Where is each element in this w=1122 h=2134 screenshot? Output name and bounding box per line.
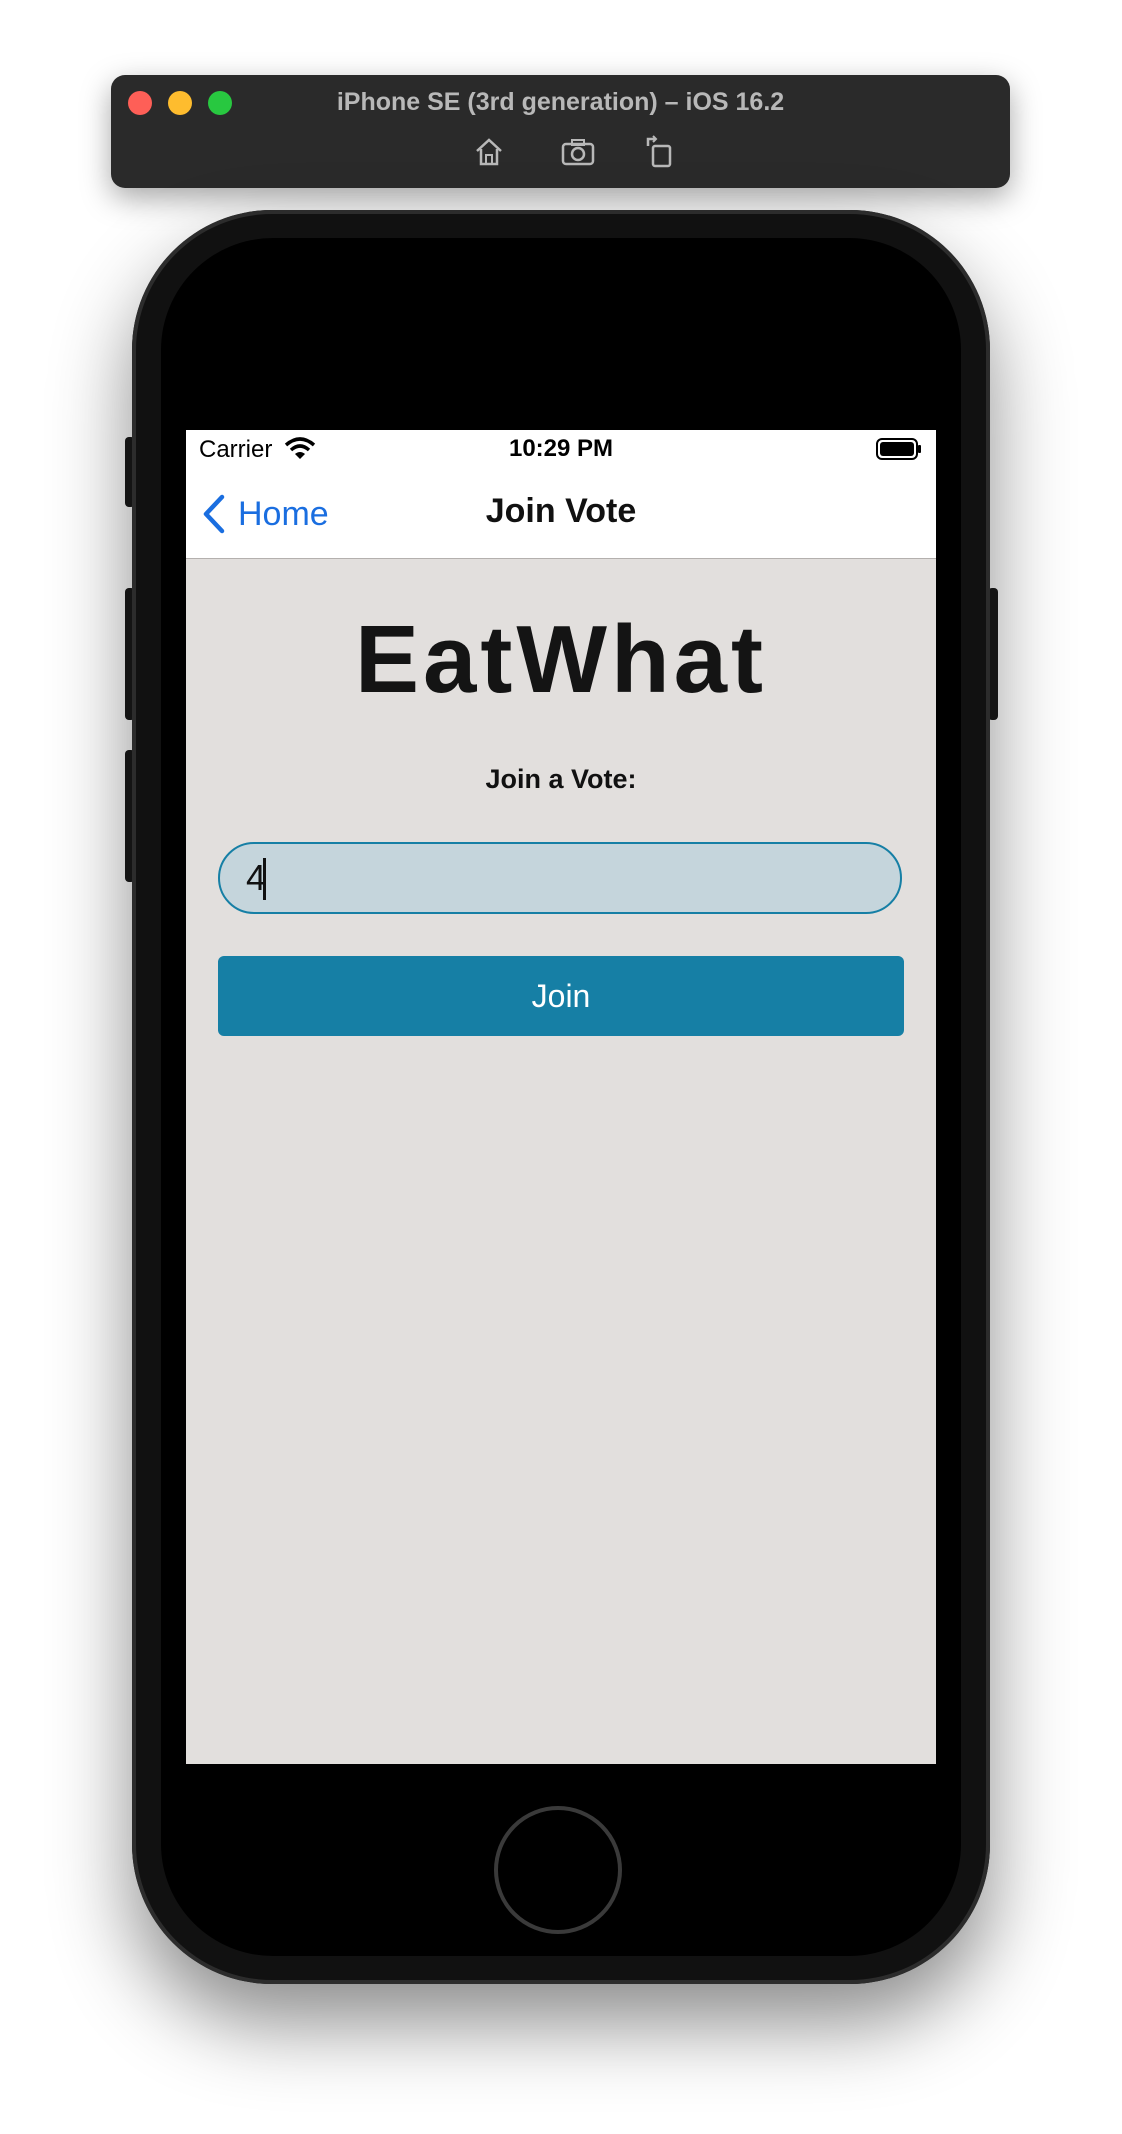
navigation-bar: Home Join Vote xyxy=(186,470,936,559)
app-screen: Carrier 10:29 PM Home Join Vote EatWhat … xyxy=(186,430,936,1764)
rotate-icon[interactable] xyxy=(642,134,678,170)
join-button[interactable]: Join xyxy=(218,956,904,1036)
join-vote-label: Join a Vote: xyxy=(485,764,637,794)
page-title: Join Vote xyxy=(485,492,637,530)
home-icon[interactable] xyxy=(471,134,507,170)
home-button[interactable] xyxy=(494,1806,622,1934)
simulator-toolbar xyxy=(111,134,1010,170)
vote-code-input[interactable] xyxy=(218,842,902,914)
simulator-title-bar: iPhone SE (3rd generation) – iOS 16.2 xyxy=(111,75,1010,188)
status-time: 10:29 PM xyxy=(508,435,614,462)
battery-icon xyxy=(876,438,921,460)
screenshot-icon[interactable] xyxy=(560,134,596,170)
app-title: EatWhat xyxy=(355,606,767,713)
status-bar: Carrier 10:29 PM xyxy=(186,430,936,470)
simulator-title: iPhone SE (3rd generation) – iOS 16.2 xyxy=(336,88,785,116)
text-cursor xyxy=(263,858,266,900)
